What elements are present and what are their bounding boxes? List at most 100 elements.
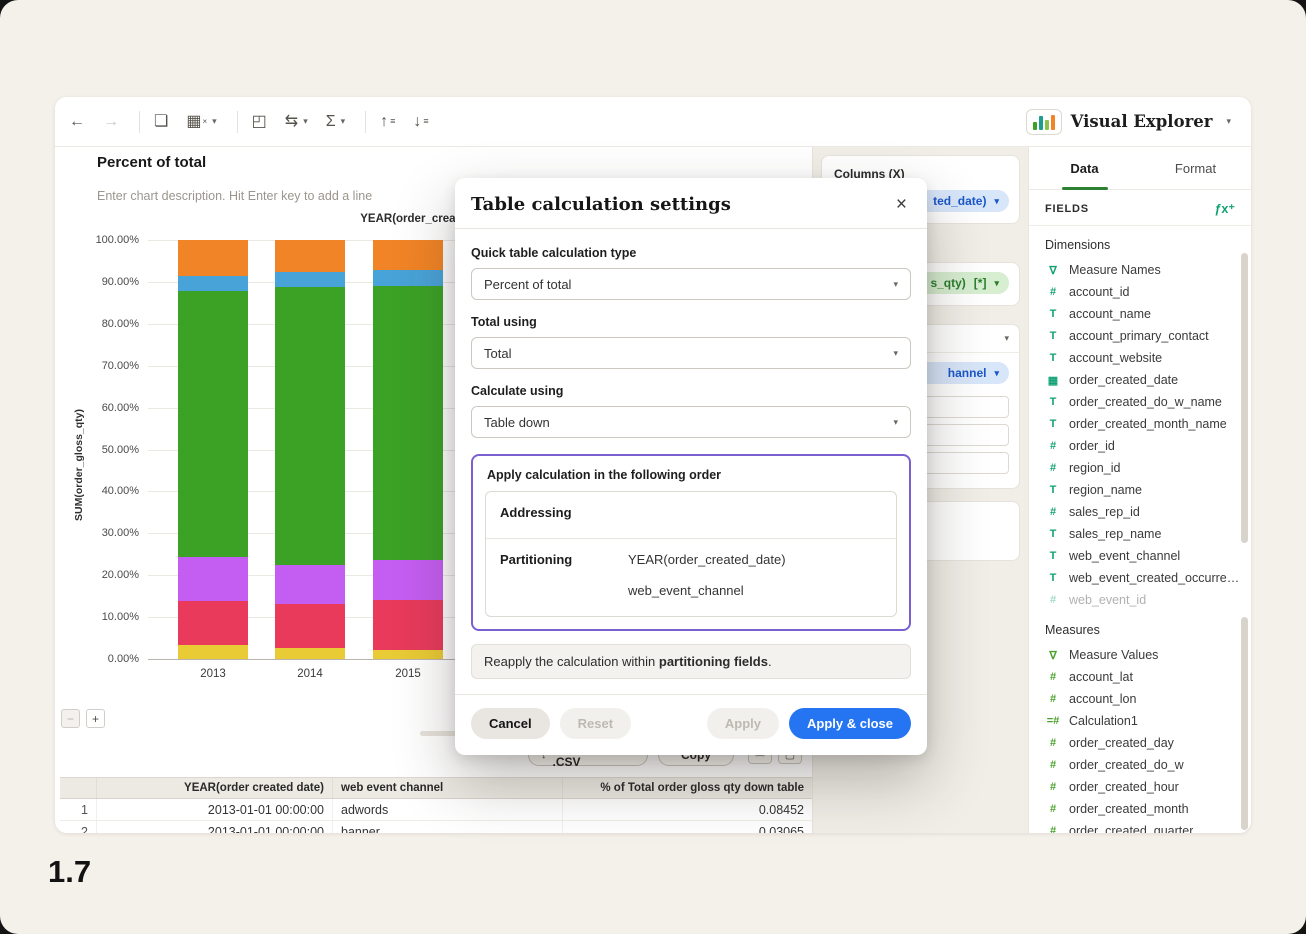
back-button[interactable]: ←: [69, 113, 85, 130]
field-item[interactable]: # sales_rep_id: [1045, 501, 1243, 523]
chevron-down-icon: ▾: [1226, 116, 1231, 126]
field-item[interactable]: # order_created_month: [1045, 798, 1243, 820]
zoom-out-button[interactable]: −: [61, 709, 80, 728]
field-item[interactable]: Torder_created_do_w_name: [1045, 391, 1243, 413]
crop-button[interactable]: ◰: [252, 113, 267, 130]
total-using-select[interactable]: Total ▾: [471, 337, 911, 369]
field-item[interactable]: Tweb_event_created_occurred...: [1045, 567, 1243, 589]
fields-scrollbar-thumb[interactable]: [1241, 617, 1248, 830]
chevron-down-icon: ▾: [994, 277, 999, 288]
orange-segment[interactable]: [275, 240, 345, 272]
field-item[interactable]: # account_lon: [1045, 688, 1243, 710]
apply-close-button[interactable]: Apply & close: [789, 708, 911, 739]
x-tick-label: 2015: [395, 668, 421, 680]
purple-segment[interactable]: [373, 560, 443, 600]
table-cell: 0.08452: [562, 799, 812, 820]
bar-2014[interactable]: [275, 240, 345, 659]
columns-pill-label: ted_date): [933, 194, 987, 208]
column-header: web event channel: [332, 778, 562, 798]
icon-lines: ≡: [423, 116, 429, 126]
aggregate-button-glyph: Σ: [325, 112, 336, 130]
forward-button-glyph: →: [103, 112, 119, 130]
visual-explorer-menu[interactable]: Visual Explorer ▾: [1020, 105, 1237, 139]
yellow-segment[interactable]: [178, 645, 248, 659]
orange-segment[interactable]: [178, 240, 248, 277]
apply-button[interactable]: Apply: [706, 708, 780, 739]
red-segment[interactable]: [373, 599, 443, 650]
field-item[interactable]: Tregion_name: [1045, 479, 1243, 501]
number-icon: #: [1049, 594, 1057, 606]
names-icon: ∇: [1049, 264, 1057, 277]
close-icon[interactable]: ×: [896, 195, 907, 214]
bar-2015[interactable]: [373, 240, 443, 659]
field-item[interactable]: Tsales_rep_name: [1045, 523, 1243, 545]
calculate-using-select[interactable]: Table down ▾: [471, 406, 911, 438]
blue-segment[interactable]: [178, 276, 248, 292]
note-bold-text: partitioning fields: [658, 654, 768, 669]
green-segment[interactable]: [373, 286, 443, 561]
red-segment[interactable]: [178, 601, 248, 646]
field-item[interactable]: Taccount_website: [1045, 347, 1243, 369]
field-item[interactable]: ∇ Measure Names: [1045, 259, 1243, 281]
field-item[interactable]: # account_id: [1045, 281, 1243, 303]
fields-scrollbar-thumb[interactable]: [1241, 253, 1248, 543]
purple-segment[interactable]: [178, 557, 248, 602]
calculate-using-label: Calculate using: [471, 384, 564, 398]
field-item[interactable]: # web_event_id: [1045, 589, 1243, 611]
field-item[interactable]: Taccount_primary_contact: [1045, 325, 1243, 347]
field-item[interactable]: Torder_created_month_name: [1045, 413, 1243, 435]
field-item[interactable]: # order_created_day: [1045, 732, 1243, 754]
partitioning-values: YEAR(order_created_date) web_event_channe…: [628, 552, 786, 598]
quick-calc-type-select[interactable]: Percent of total ▾: [471, 268, 911, 300]
measures-label: Measures: [1045, 623, 1100, 637]
blue-segment[interactable]: [373, 270, 443, 287]
field-item[interactable]: # order_created_do_w: [1045, 754, 1243, 776]
field-item[interactable]: =# Calculation1: [1045, 710, 1243, 732]
field-item[interactable]: # order_created_hour: [1045, 776, 1243, 798]
chart-description-input[interactable]: Enter chart description. Hit Enter key t…: [97, 189, 372, 203]
field-item[interactable]: # account_lat: [1045, 666, 1243, 688]
field-label: region_id: [1069, 461, 1121, 475]
field-item[interactable]: ∇ Measure Values: [1045, 644, 1243, 666]
results-table-body: 1 2013-01-01 00:00:00 adwords 0.08452 2 2013-…: [60, 799, 812, 833]
add-calculation-icon[interactable]: ƒx⁺: [1214, 201, 1235, 216]
calculate-using-value: Table down: [484, 414, 550, 430]
tab-format[interactable]: Format: [1140, 147, 1251, 189]
modal-title: Table calculation settings: [471, 194, 731, 215]
yellow-segment[interactable]: [275, 647, 345, 659]
field-item[interactable]: # region_id: [1045, 457, 1243, 479]
purple-segment[interactable]: [275, 564, 345, 604]
field-item[interactable]: Taccount_name: [1045, 303, 1243, 325]
y-tick-label: 50.00%: [101, 443, 139, 456]
zoom-in-button[interactable]: +: [86, 709, 105, 728]
forward-button[interactable]: →: [103, 112, 119, 130]
number-icon: #: [1049, 693, 1057, 705]
yellow-segment[interactable]: [373, 649, 443, 659]
sort-descending-button[interactable]: ↓ ≡: [413, 113, 429, 130]
field-item[interactable]: Tweb_event_channel: [1045, 545, 1243, 567]
field-label: order_id: [1069, 439, 1115, 453]
calc-order-label: Apply calculation in the following order: [487, 468, 722, 482]
chevron-down-icon: ▾: [303, 116, 308, 126]
text-icon: T: [1049, 352, 1057, 364]
orange-segment[interactable]: [373, 240, 443, 271]
cancel-button[interactable]: Cancel: [471, 708, 550, 739]
addressing-label: Addressing: [500, 505, 572, 520]
panel-tabs: Data Format: [1029, 147, 1251, 190]
duplicate-chart-button[interactable]: ❏: [154, 113, 168, 130]
bar-2013[interactable]: [178, 240, 248, 659]
sort-ascending-button[interactable]: ↑ ≡: [380, 113, 395, 130]
aggregate-button[interactable]: Σ ▾: [325, 112, 345, 130]
green-segment[interactable]: [178, 291, 248, 558]
blue-segment[interactable]: [275, 271, 345, 287]
remove-chart-button[interactable]: ▦ × ▾: [186, 113, 216, 130]
reset-button[interactable]: Reset: [559, 708, 632, 739]
green-segment[interactable]: [275, 286, 345, 565]
field-item[interactable]: # order_created_quarter: [1045, 820, 1243, 833]
field-label: order_created_do_w: [1069, 758, 1184, 772]
red-segment[interactable]: [275, 603, 345, 648]
field-item[interactable]: ▦ order_created_date: [1045, 369, 1243, 391]
column-width-button[interactable]: ⇆ ▾: [285, 113, 308, 130]
field-item[interactable]: # order_id: [1045, 435, 1243, 457]
tab-data[interactable]: Data: [1029, 147, 1140, 189]
